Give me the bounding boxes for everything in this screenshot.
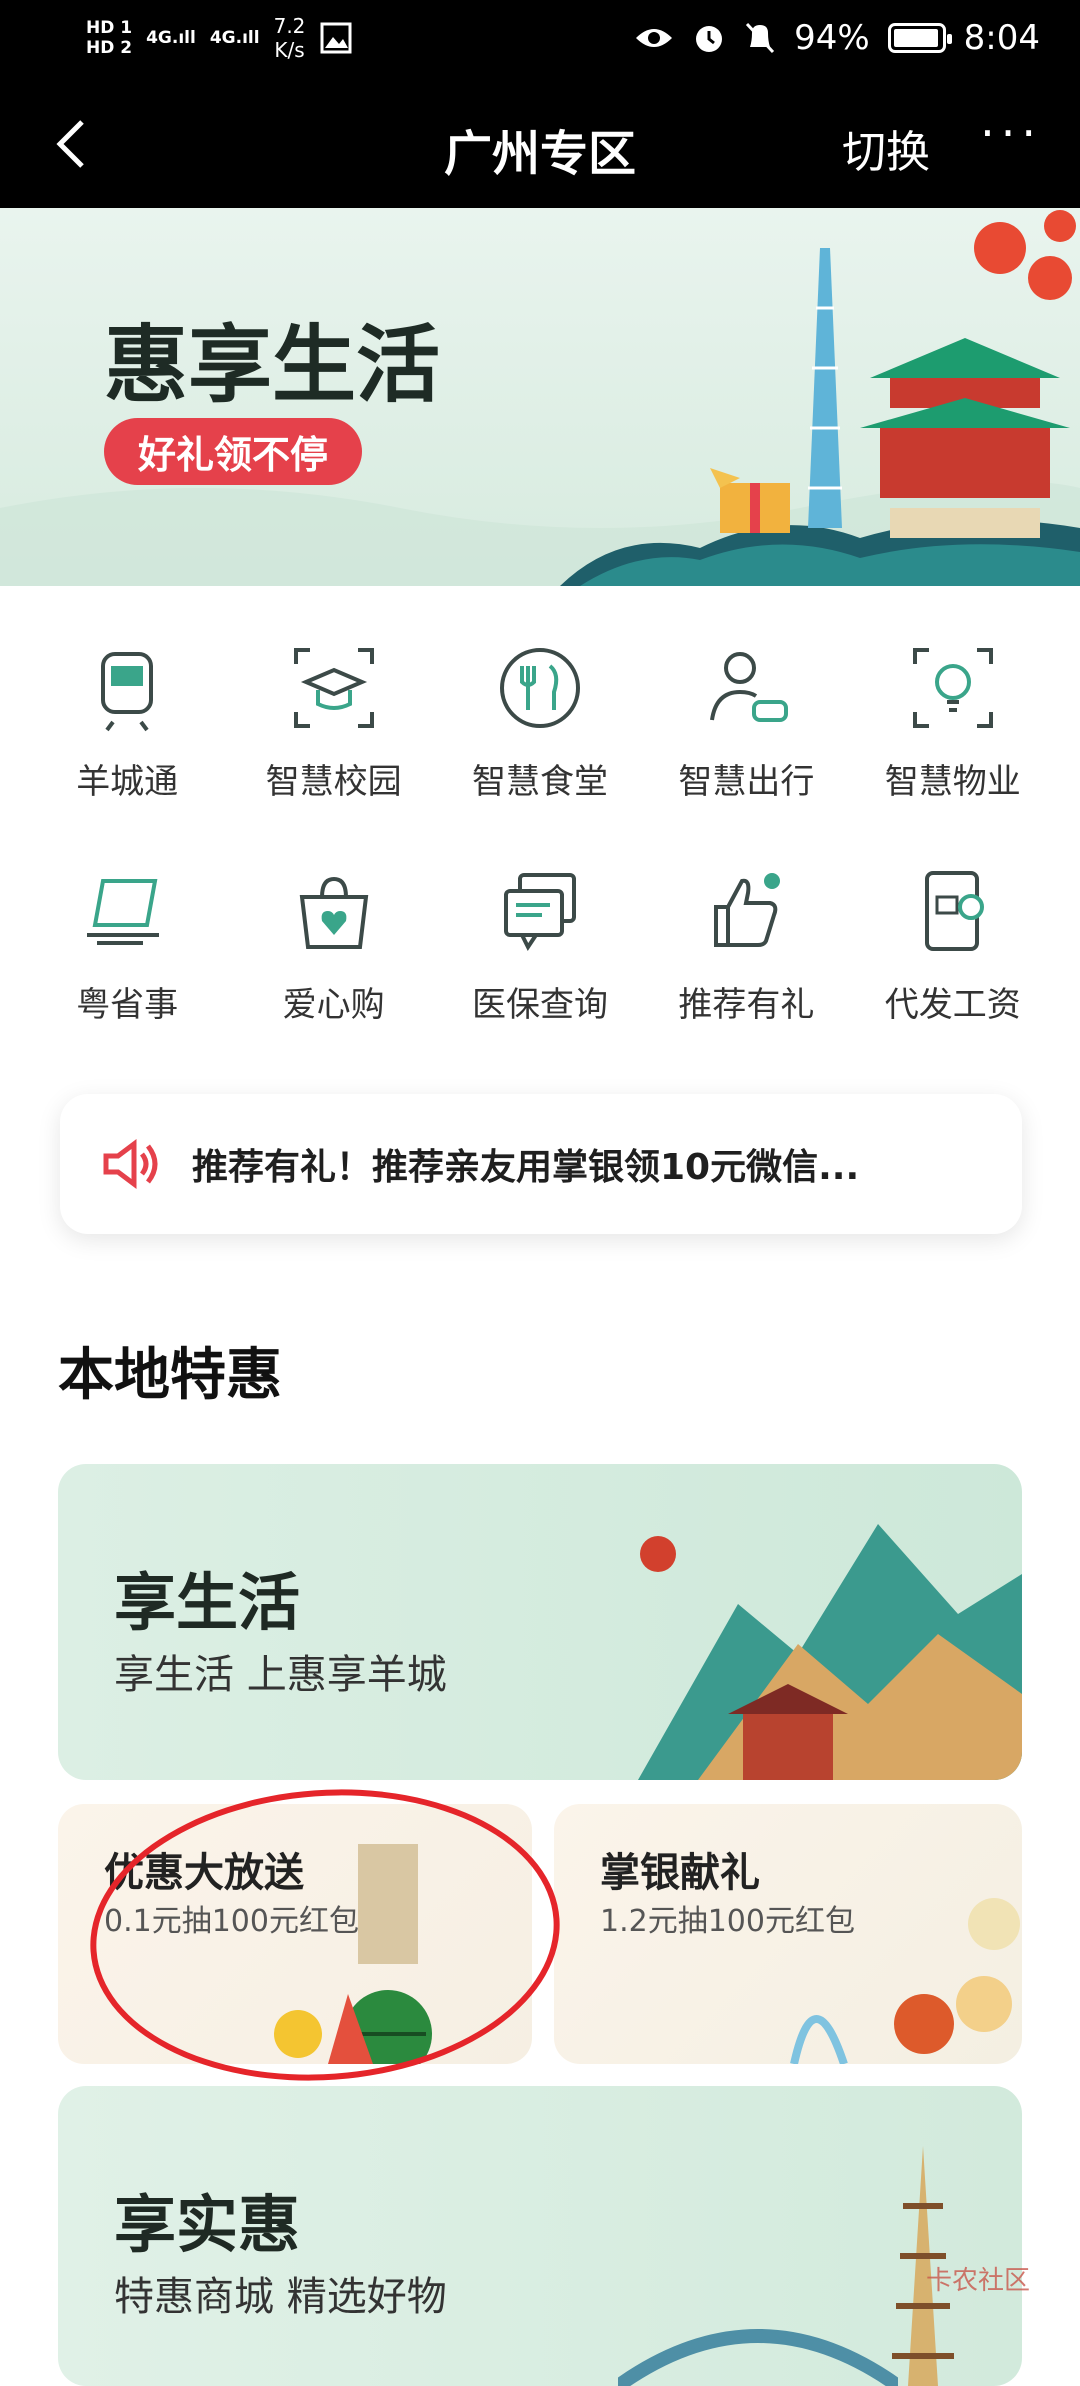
signal-1: 4G.ıll bbox=[146, 28, 196, 48]
status-bar: HD 1 HD 2 4G.ıll 4G.ıll 7.2 K/s 94% 8:04 bbox=[0, 0, 1080, 80]
card-title: 享生活 bbox=[114, 1566, 301, 1639]
clock: 8:04 bbox=[963, 18, 1040, 58]
notice-bar[interactable]: 推荐有礼！推荐亲友用掌银领10元微信... bbox=[60, 1094, 1022, 1234]
notice-text: 推荐有礼！推荐亲友用掌银领10元微信... bbox=[192, 1147, 860, 1188]
service-grid: 羊城通 智慧校园 智慧食堂 智慧出行 智慧物业 粤省事 爱心购 医保查询 推荐有… bbox=[0, 640, 1080, 1026]
metro-card-icon bbox=[101, 652, 154, 732]
mountain-temple-illustration bbox=[638, 1524, 1022, 1780]
card-enjoy-life[interactable]: 享生活 享生活 上惠享羊城 bbox=[58, 1464, 1022, 1780]
card-mobile-bank-gift[interactable]: 掌银献礼 1.2元抽100元红包 bbox=[554, 1804, 1022, 2064]
card-title: 享实惠 bbox=[114, 2188, 301, 2261]
mute-bell-icon bbox=[745, 22, 775, 54]
thumbs-up-icon bbox=[714, 873, 781, 947]
service-salary[interactable]: 代发工资 bbox=[858, 863, 1048, 1026]
seafood-illustration bbox=[790, 1898, 1020, 2064]
banner-title: 惠享生活 bbox=[104, 316, 441, 414]
gift-box-illustration bbox=[710, 468, 790, 533]
service-label: 爱心购 bbox=[282, 985, 385, 1025]
image-icon bbox=[320, 22, 352, 54]
service-love-shop[interactable]: 爱心购 bbox=[239, 863, 429, 1026]
service-yangchengtong[interactable]: 羊城通 bbox=[32, 640, 222, 803]
service-row-2: 粤省事 爱心购 医保查询 推荐有礼 代发工资 bbox=[0, 863, 1080, 1026]
speaker-icon bbox=[103, 1139, 158, 1189]
service-label: 粤省事 bbox=[76, 985, 179, 1025]
service-label: 智慧食堂 bbox=[471, 762, 608, 802]
nav-bar: 广州专区 切换 ··· bbox=[0, 80, 1080, 208]
service-yueshengshi[interactable]: 粤省事 bbox=[32, 863, 222, 1026]
battery-percent: 94% bbox=[794, 18, 870, 58]
bridge-illustration bbox=[618, 2329, 898, 2386]
card-subtitle: 享生活 上惠享羊城 bbox=[114, 1652, 447, 1698]
card-title: 掌银献礼 bbox=[600, 1850, 760, 1896]
card-subtitle: 1.2元抽100元红包 bbox=[600, 1904, 855, 1939]
hd2-label: HD 2 bbox=[86, 38, 133, 58]
service-label: 推荐有礼 bbox=[678, 985, 815, 1025]
card-shop-deals[interactable]: 享实惠 特惠商城 精选好物 bbox=[58, 2086, 1022, 2386]
hd1-label: HD 1 bbox=[86, 18, 133, 38]
service-smart-property[interactable]: 智慧物业 bbox=[858, 640, 1048, 803]
service-label: 代发工资 bbox=[884, 985, 1021, 1025]
more-icon[interactable]: ··· bbox=[980, 106, 1042, 160]
graduation-cap-icon bbox=[293, 648, 374, 728]
service-label: 羊城通 bbox=[76, 762, 179, 802]
banner-tag: 好礼领不停 bbox=[104, 418, 363, 485]
service-label: 医保查询 bbox=[471, 985, 608, 1025]
section-title: 本地特惠 bbox=[58, 1343, 282, 1408]
battery-icon bbox=[887, 23, 952, 53]
net-speed: 7.2 K/s bbox=[273, 14, 306, 62]
person-car-icon bbox=[710, 652, 789, 722]
service-smart-canteen[interactable]: 智慧食堂 bbox=[445, 640, 635, 803]
laptop-icon bbox=[87, 879, 160, 945]
signal-2: 4G.ıll bbox=[209, 28, 260, 48]
service-row-1: 羊城通 智慧校园 智慧食堂 智慧出行 智慧物业 bbox=[0, 640, 1080, 803]
switch-city-button[interactable]: 切换 bbox=[842, 116, 930, 180]
document-chat-icon bbox=[503, 873, 576, 951]
service-referral-gift[interactable]: 推荐有礼 bbox=[651, 863, 841, 1026]
service-smart-campus[interactable]: 智慧校园 bbox=[239, 640, 429, 803]
service-label: 智慧校园 bbox=[265, 762, 402, 802]
alarm-icon bbox=[696, 26, 723, 52]
salary-card-icon bbox=[924, 871, 984, 951]
eye-icon bbox=[636, 29, 673, 47]
flower-illustration bbox=[974, 210, 1076, 300]
service-medical-insurance[interactable]: 医保查询 bbox=[445, 863, 635, 1026]
hero-banner[interactable]: 惠享生活 好礼领不停 bbox=[0, 208, 1080, 586]
card-subtitle: 特惠商城 精选好物 bbox=[114, 2274, 447, 2320]
watermark: 卡农社区 bbox=[925, 2266, 1030, 2296]
service-label: 智慧物业 bbox=[884, 762, 1021, 802]
service-label: 智慧出行 bbox=[678, 762, 815, 802]
lightbulb-icon bbox=[912, 648, 993, 728]
service-smart-travel[interactable]: 智慧出行 bbox=[651, 640, 841, 803]
fork-knife-icon bbox=[499, 648, 580, 728]
heart-bag-icon bbox=[299, 876, 368, 949]
